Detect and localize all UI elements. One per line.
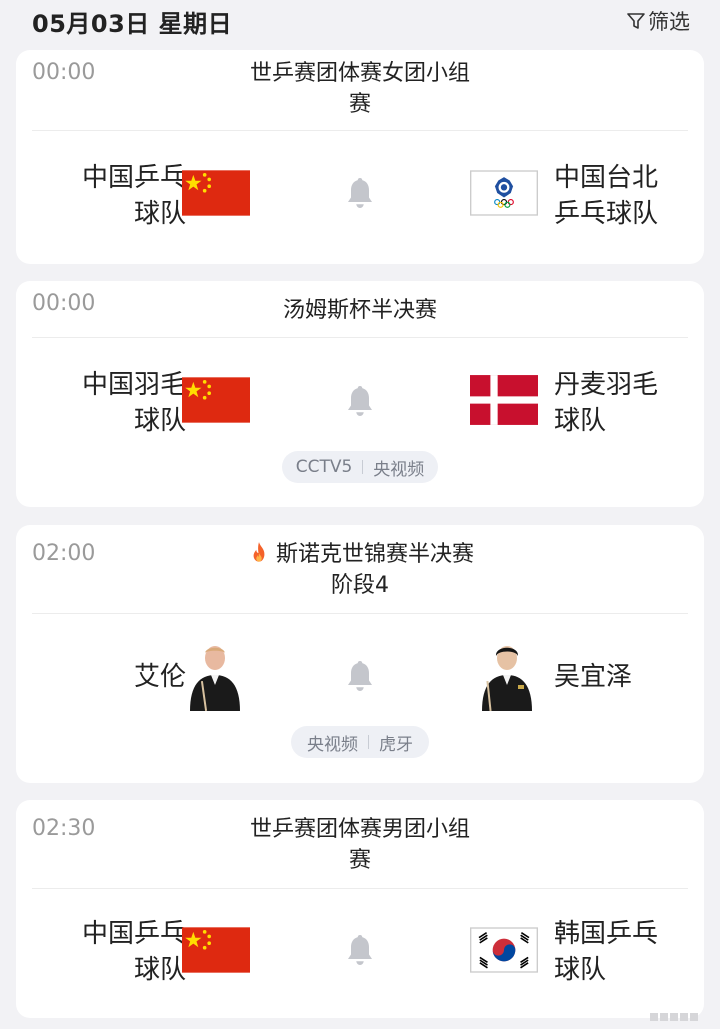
bell-icon[interactable]: [342, 658, 378, 694]
filter-label: 筛选: [648, 10, 690, 34]
filter-icon: [627, 13, 645, 29]
home-player-name: 艾伦: [46, 659, 186, 695]
match-card[interactable]: 00:00 世乒赛团体赛女团小组 赛 中国乒乓 球队 中国台北 乒乓球队: [16, 50, 704, 264]
divider: [32, 888, 688, 889]
bell-icon[interactable]: [342, 175, 378, 211]
china-flag-icon: [182, 377, 250, 423]
date-header: 05月03日 星期日 筛选: [0, 0, 720, 46]
denmark-flag-icon: [470, 375, 538, 425]
bell-icon[interactable]: [342, 932, 378, 968]
china-flag-icon: [182, 170, 250, 216]
player-avatar-icon: [482, 646, 532, 711]
separator: [368, 735, 369, 749]
home-team-name: 中国乒乓 球队: [46, 160, 186, 232]
broadcast-channel[interactable]: CCTV5: [296, 457, 353, 477]
event-name: 世乒赛团体赛女团小组 赛: [204, 58, 516, 120]
team-name-line: 球队: [554, 955, 607, 985]
filter-button[interactable]: 筛选: [626, 6, 690, 36]
bell-icon[interactable]: [342, 383, 378, 419]
event-name: 斯诺克世锦赛半决赛 阶段4: [204, 539, 516, 601]
chinese-taipei-olympic-flag-icon: [470, 170, 538, 216]
event-name: 汤姆斯杯半决赛: [204, 295, 516, 326]
team-name-line: 中国台北: [554, 163, 659, 193]
divider: [32, 130, 688, 131]
china-flag-icon: [182, 927, 250, 973]
broadcast-tags[interactable]: CCTV5 央视频: [282, 451, 438, 483]
match-time: 00:00: [32, 291, 96, 316]
away-team-name: 丹麦羽毛 球队: [554, 367, 704, 439]
team-name-line: 中国乒乓: [81, 163, 186, 193]
event-name: 世乒赛团体赛男团小组 赛: [204, 814, 516, 876]
team-name-line: 韩国乒乓: [554, 919, 659, 949]
event-name-line: 汤姆斯杯半决赛: [282, 298, 437, 323]
match-time: 02:30: [32, 816, 96, 841]
match-card[interactable]: 00:00 汤姆斯杯半决赛 中国羽毛 球队 丹麦羽毛 球队 CCTV5 央视频: [16, 281, 704, 507]
player-name: 吴宜泽: [554, 662, 633, 692]
home-team-name: 中国乒乓 球队: [46, 916, 186, 988]
event-name-line: 世乒赛团体赛女团小组: [249, 61, 470, 86]
event-name-text: 斯诺克世锦赛半决赛: [275, 542, 474, 567]
fire-icon: [253, 542, 265, 562]
match-time: 00:00: [32, 60, 96, 85]
date-title: 05月03日 星期日: [32, 10, 233, 38]
broadcast-channel[interactable]: 央视频: [373, 455, 424, 480]
event-name-line: 阶段4: [331, 573, 389, 598]
broadcast-tags[interactable]: 央视频 虎牙: [291, 726, 429, 758]
home-team-name: 中国羽毛 球队: [46, 367, 186, 439]
divider: [32, 613, 688, 614]
team-name-line: 丹麦羽毛: [554, 370, 659, 400]
player-name: 艾伦: [133, 662, 186, 692]
watermark-logo: [650, 1013, 698, 1021]
team-name-line: 球队: [554, 406, 607, 436]
divider: [32, 337, 688, 338]
match-card[interactable]: 02:30 世乒赛团体赛男团小组 赛 中国乒乓 球队 韩国乒乓 球队: [16, 800, 704, 1018]
team-name-line: 球队: [133, 406, 186, 436]
away-team-name: 中国台北 乒乓球队: [554, 160, 704, 232]
event-name-line: 赛: [348, 848, 371, 873]
team-name-line: 球队: [133, 955, 186, 985]
broadcast-channel[interactable]: 央视频: [307, 730, 358, 755]
broadcast-channel[interactable]: 虎牙: [379, 730, 413, 755]
away-team-name: 韩国乒乓 球队: [554, 916, 704, 988]
korea-flag-icon: [470, 927, 538, 973]
player-avatar-icon: [190, 646, 240, 711]
event-name-line: 赛: [348, 92, 371, 117]
event-name-line: 世乒赛团体赛男团小组: [249, 817, 470, 842]
team-name-line: 乒乓球队: [554, 199, 659, 229]
away-player-name: 吴宜泽: [554, 659, 704, 695]
match-card[interactable]: 02:00 斯诺克世锦赛半决赛 阶段4 艾伦 吴宜泽 央视频 虎牙: [16, 525, 704, 783]
team-name-line: 中国乒乓: [81, 919, 186, 949]
match-time: 02:00: [32, 541, 96, 566]
team-name-line: 球队: [133, 199, 186, 229]
event-name-line: 斯诺克世锦赛半决赛: [204, 539, 516, 570]
team-name-line: 中国羽毛: [81, 370, 186, 400]
separator: [362, 460, 364, 474]
